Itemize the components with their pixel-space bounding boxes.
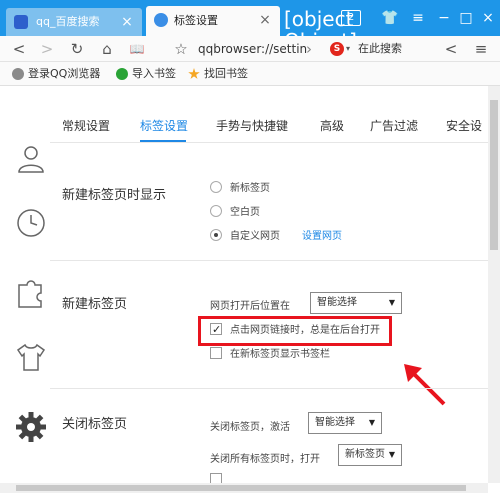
horizontal-scroll-thumb[interactable] <box>16 485 466 491</box>
tab-title: 标签设置 <box>174 14 218 27</box>
close-icon[interactable]: × <box>256 11 274 29</box>
tab-tab-settings-page[interactable]: 标签设置 <box>140 116 188 136</box>
clock-history-icon[interactable] <box>14 206 48 240</box>
checkbox[interactable] <box>210 347 222 359</box>
set-page-link[interactable]: 设置网页 <box>302 231 342 242</box>
close-all-select[interactable]: 新标签页 ▼ <box>338 444 402 466</box>
show-bookmark-bar-option[interactable]: 在新标签页显示书签栏 <box>210 346 330 364</box>
close-all-label: 关闭所有标签页时，打开 <box>210 454 320 465</box>
bookmark-label: 导入书签 <box>132 67 176 80</box>
tab-general-settings[interactable]: 常规设置 <box>62 116 110 136</box>
divider <box>50 142 488 143</box>
tab-title: qq_百度搜索 <box>36 15 100 28</box>
tab-security[interactable]: 安全设 <box>446 116 482 136</box>
chevron-down-icon[interactable]: ▾ <box>346 39 350 59</box>
tab-gestures-shortcuts[interactable]: 手势与快捷键 <box>216 116 288 136</box>
select-value: 新标签页 <box>345 449 385 460</box>
radio-label: 自定义网页 <box>230 231 280 242</box>
radio-button[interactable] <box>210 205 222 217</box>
window-close-button[interactable]: × <box>476 6 500 30</box>
puzzle-extension-icon[interactable] <box>14 276 48 310</box>
tab-advanced[interactable]: 高级 <box>320 116 344 136</box>
back-button[interactable]: < <box>8 36 30 62</box>
baidu-paw-icon <box>14 15 28 29</box>
vertical-scroll-thumb[interactable] <box>490 100 498 250</box>
divider <box>50 260 488 261</box>
dropdown-caret-icon: ▼ <box>368 418 375 427</box>
bookmark-label: 登录QQ浏览器 <box>28 67 101 80</box>
bookmark-login-qq[interactable]: 登录QQ浏览器 <box>12 62 100 86</box>
radio-label: 新标签页 <box>230 183 270 194</box>
radio-button[interactable] <box>210 181 222 193</box>
chevron-right-icon[interactable]: › <box>298 36 320 62</box>
radio-new-tab-page[interactable]: 新标签页 <box>210 180 270 198</box>
new-tab-section-title: 新建标签页 <box>62 297 128 312</box>
search-box[interactable]: S ▾ 在此搜索 <box>330 39 434 59</box>
close-tab-section-title: 关闭标签页 <box>62 417 128 432</box>
search-input[interactable]: 在此搜索 <box>358 39 402 59</box>
favorite-star-icon[interactable]: ☆ <box>170 36 192 62</box>
reload-button[interactable]: ↻ <box>66 36 88 62</box>
red-highlight-annotation <box>198 316 392 346</box>
open-position-label: 网页打开后位置在 <box>210 301 290 312</box>
tab-count-badge[interactable]: 2 <box>341 10 361 26</box>
menu-icon[interactable]: ≡ <box>406 6 430 30</box>
radio-custom-page[interactable]: 自定义网页 设置网页 <box>210 228 342 246</box>
new-tab-display-title: 新建标签页时显示 <box>62 188 167 203</box>
bookmark-recover[interactable]: 找回书签 <box>188 62 248 86</box>
tab-ad-filter[interactable]: 广告过滤 <box>370 116 418 136</box>
open-position-select[interactable]: 智能选择 ▼ <box>310 292 402 314</box>
forward-button[interactable]: > <box>36 36 58 62</box>
close-activate-label: 关闭标签页，激活 <box>210 422 290 433</box>
minimize-button[interactable]: − <box>432 6 456 30</box>
browser-window: qq_百度搜索 × 标签设置 × [object Object] 2 👕 ≡ −… <box>0 0 500 493</box>
tab-tab-settings[interactable]: 标签设置 × <box>146 6 280 36</box>
checkbox-label: 在新标签页显示书签栏 <box>230 349 330 360</box>
shirt-skin-icon[interactable] <box>14 340 48 374</box>
sidebar-toggle-button[interactable]: < <box>440 36 462 62</box>
gear-settings-icon[interactable] <box>14 410 48 444</box>
divider <box>50 388 488 389</box>
radio-blank-page[interactable]: 空白页 <box>210 204 260 222</box>
new-tab-button[interactable]: [object Object] <box>284 8 357 52</box>
user-profile-icon[interactable] <box>14 142 48 176</box>
sogou-search-icon[interactable]: S <box>330 42 344 56</box>
select-value: 智能选择 <box>315 417 355 428</box>
import-arrow-icon <box>116 68 128 80</box>
radio-label: 空白页 <box>230 207 260 218</box>
tab-baidu-search[interactable]: qq_百度搜索 × <box>6 8 142 36</box>
dropdown-caret-icon: ▼ <box>388 450 395 459</box>
dropdown-caret-icon: ▼ <box>388 298 395 307</box>
bookmark-label: 找回书签 <box>204 67 248 80</box>
skin-shirt-icon[interactable]: 👕 <box>378 6 402 30</box>
maximize-button[interactable]: □ <box>454 6 478 30</box>
close-icon[interactable]: × <box>118 13 136 31</box>
user-icon <box>12 68 24 80</box>
star-icon <box>188 68 200 79</box>
settings-gear-icon <box>154 13 168 27</box>
bookmark-import[interactable]: 导入书签 <box>116 62 176 86</box>
select-value: 智能选择 <box>317 297 357 308</box>
reader-mode-icon[interactable]: 📖 <box>126 36 148 62</box>
home-button[interactable]: ⌂ <box>96 36 118 62</box>
close-activate-select[interactable]: 智能选择 ▼ <box>308 412 382 434</box>
more-menu-icon[interactable]: ≡ <box>470 36 492 62</box>
red-arrow-annotation <box>404 364 446 406</box>
radio-button-selected[interactable] <box>210 229 222 241</box>
